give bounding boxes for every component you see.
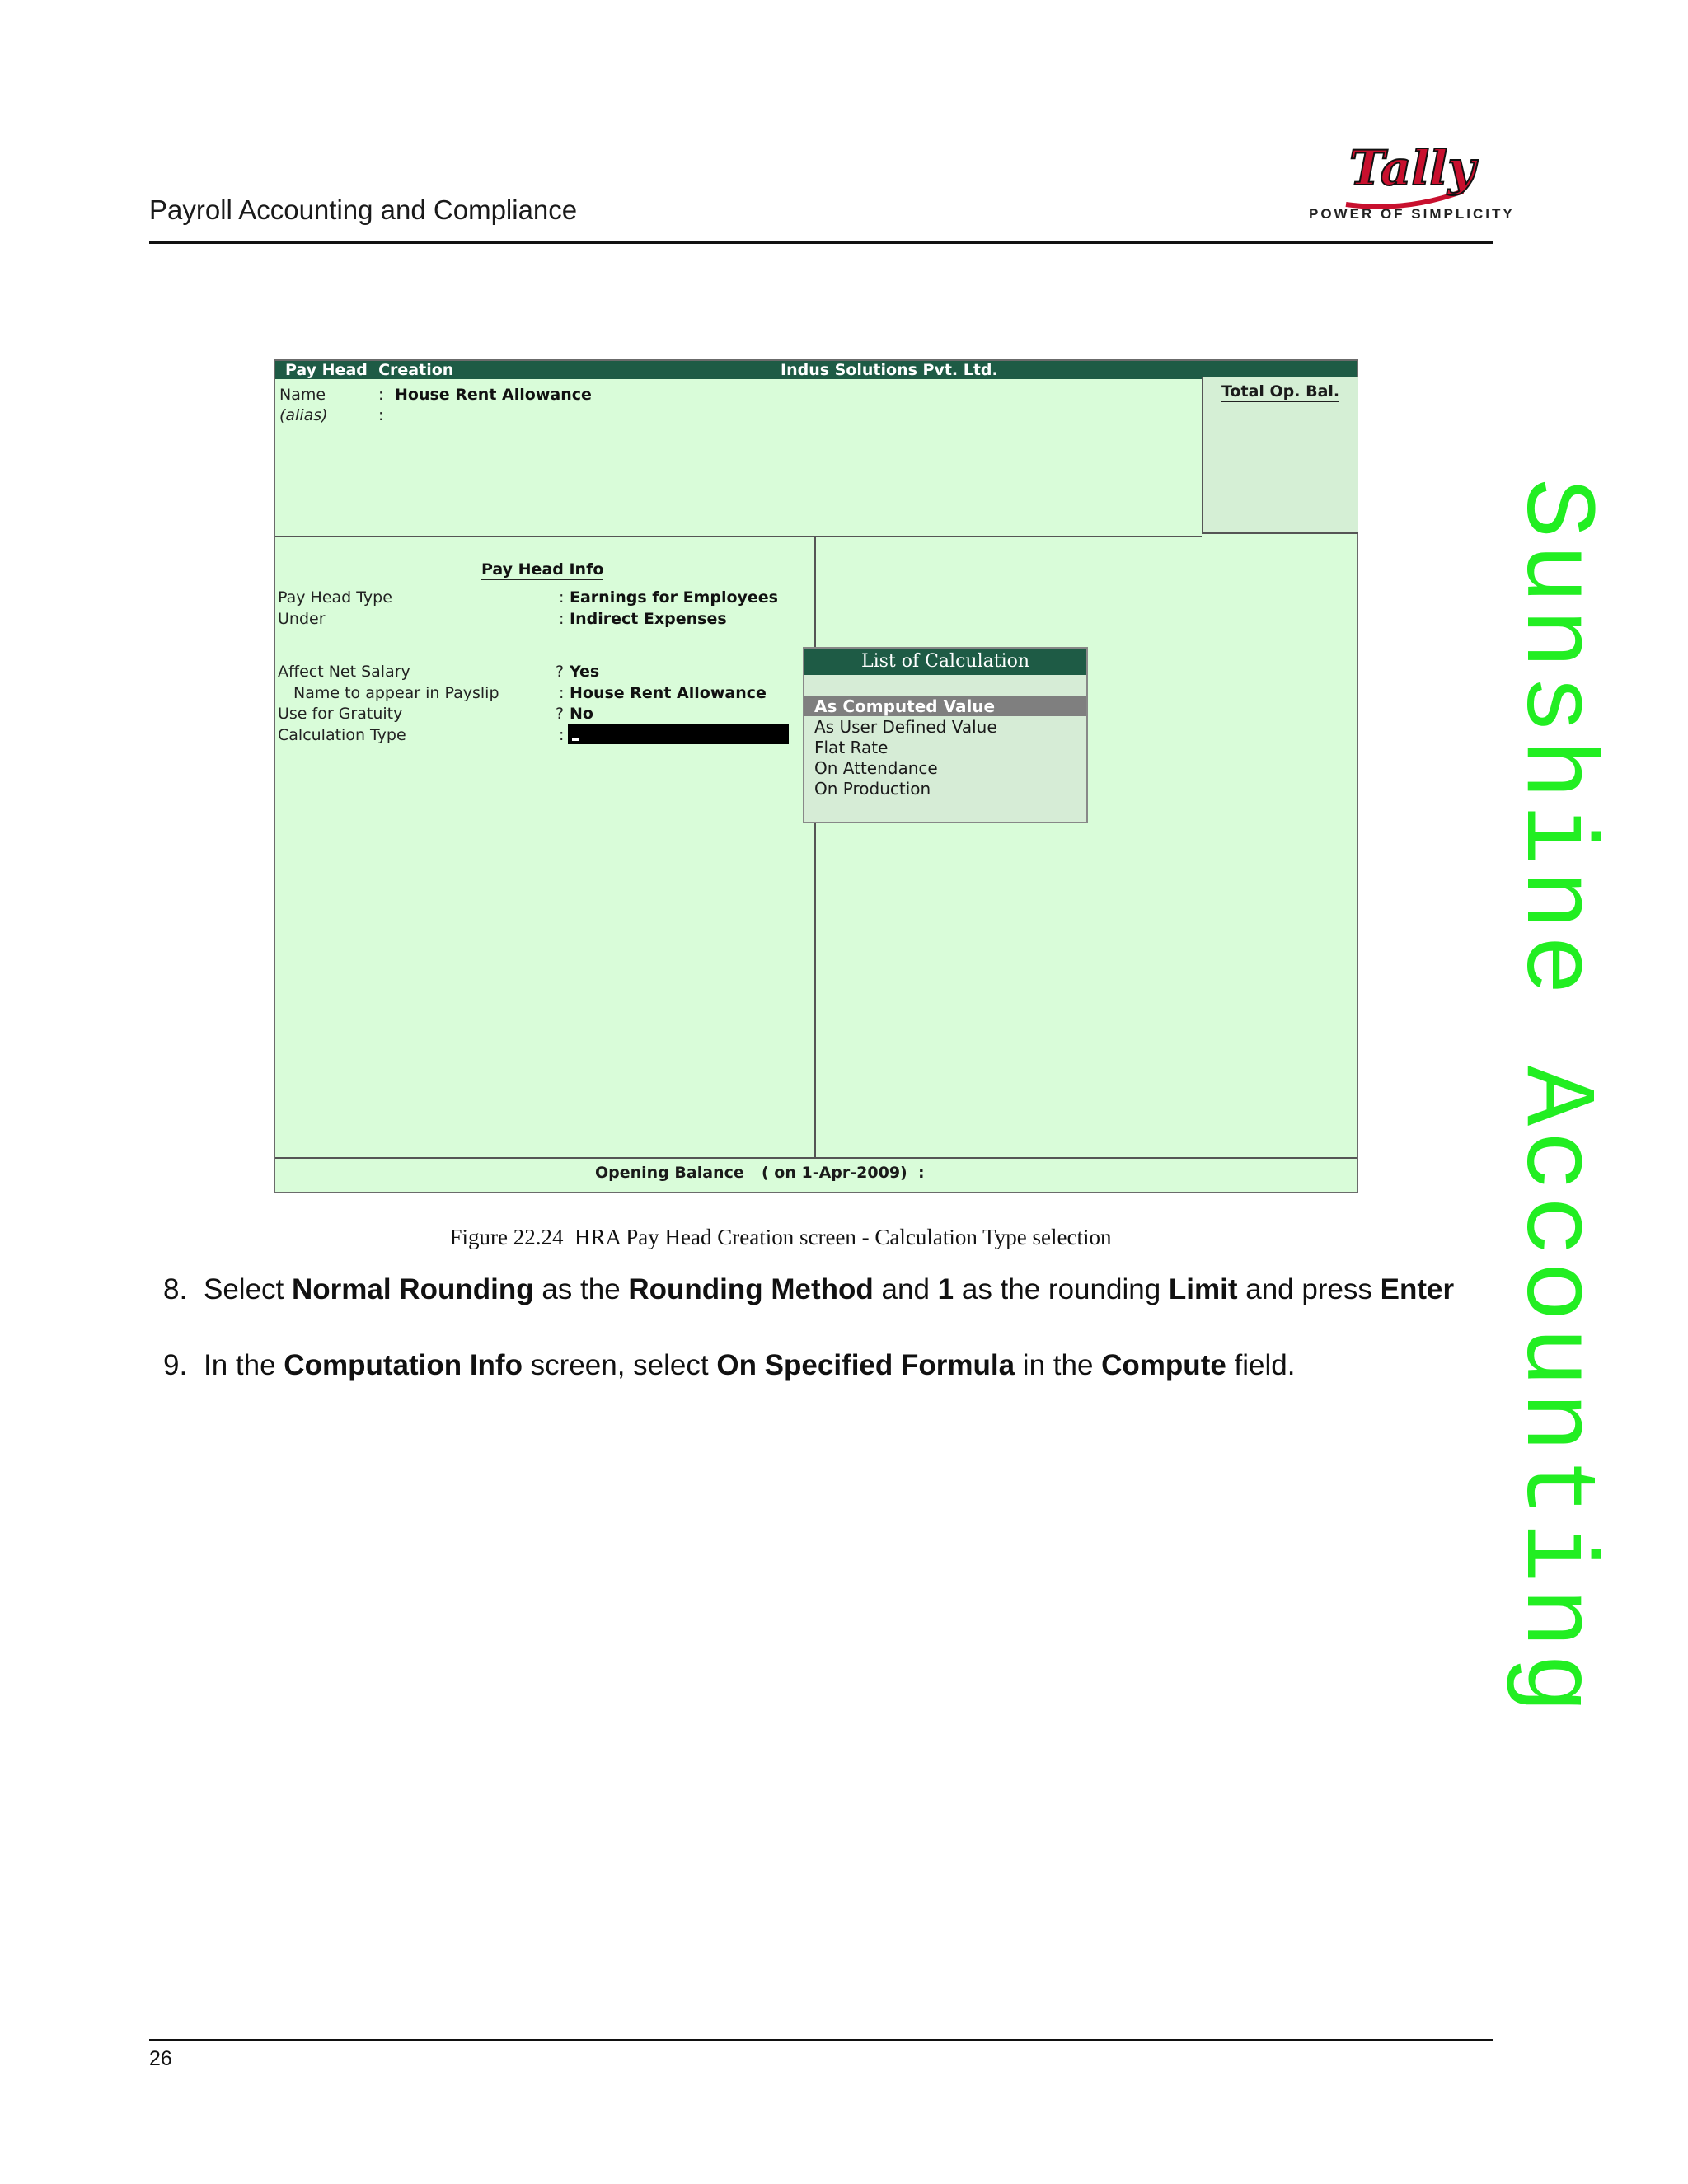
affect-net-salary-sep: ?	[556, 663, 565, 681]
running-header-title: Payroll Accounting and Compliance	[149, 194, 578, 225]
calculation-type-field[interactable]	[568, 724, 789, 744]
on-specified-formula-term: On Specified Formula	[716, 1349, 1015, 1381]
affect-net-salary-label: Affect Net Salary	[278, 663, 410, 681]
popup-item-as-user-defined-value[interactable]: As User Defined Value	[814, 717, 997, 737]
header-rule	[149, 241, 1493, 244]
computation-info-term: Computation Info	[284, 1349, 523, 1381]
use-for-gratuity-label: Use for Gratuity	[278, 705, 403, 723]
figure-caption: Figure 22.24 HRA Pay Head Creation scree…	[449, 1225, 1112, 1249]
name-sep: :	[378, 386, 384, 404]
popup-title: List of Calculation	[804, 649, 1086, 675]
name-label: Name	[279, 386, 326, 404]
step-8-part: as the rounding	[954, 1273, 1169, 1305]
name-field[interactable]: House Rent Allowance	[395, 386, 592, 404]
payslip-name-sep: :	[559, 684, 565, 702]
opening-balance-date: ( on 1-Apr-2009) :	[762, 1164, 925, 1182]
compute-term: Compute	[1101, 1349, 1226, 1381]
use-for-gratuity-field[interactable]: No	[570, 705, 593, 723]
enter-key-term: Enter	[1380, 1273, 1455, 1305]
popup-item-flat-rate[interactable]: Flat Rate	[814, 738, 888, 757]
use-for-gratuity-sep: ?	[556, 705, 565, 723]
opening-balance-label: Opening Balance	[595, 1164, 744, 1182]
company-name: Indus Solutions Pvt. Ltd.	[781, 361, 998, 379]
list-of-calculation-popup: List of Calculation As Computed Value As…	[803, 647, 1088, 823]
under-field[interactable]: Indirect Expenses	[570, 610, 727, 628]
limit-value-term: 1	[937, 1273, 954, 1305]
popup-item-on-attendance[interactable]: On Attendance	[814, 758, 938, 778]
step-8-part: as the	[533, 1273, 629, 1305]
payslip-name-label: Name to appear in Payslip	[293, 684, 499, 702]
step-text-8: Select Normal Rounding as the Rounding M…	[204, 1272, 1465, 1307]
step-9-part: field.	[1226, 1349, 1296, 1381]
payslip-name-field[interactable]: House Rent Allowance	[570, 684, 767, 702]
popup-item-as-computed-value[interactable]: As Computed Value	[814, 696, 995, 716]
total-op-bal-panel: Total Op. Bal.	[1202, 377, 1358, 534]
step-number-8: 8.	[163, 1273, 188, 1305]
pay-head-type-label: Pay Head Type	[278, 588, 392, 607]
rounding-method-term: Rounding Method	[628, 1273, 874, 1305]
logo-tagline: POWER OF SIMPLICITY	[1309, 206, 1515, 222]
page-number: 26	[149, 2047, 172, 2070]
pay-head-creation-screen: Pay Head Creation Indus Solutions Pvt. L…	[274, 359, 1358, 1193]
calculation-type-label: Calculation Type	[278, 726, 406, 744]
total-op-bal-label: Total Op. Bal.	[1221, 382, 1340, 402]
screen-title: Pay Head Creation	[285, 361, 454, 379]
step-9-part: screen, select	[522, 1349, 717, 1381]
calculation-type-sep: :	[559, 726, 565, 744]
step-8-part: and	[873, 1273, 938, 1305]
under-sep: :	[559, 610, 565, 628]
affect-net-salary-field[interactable]: Yes	[570, 663, 599, 681]
watermark-text: Sunshine Accounting	[1498, 478, 1612, 1719]
pay-head-info-title: Pay Head Info	[481, 560, 604, 580]
text-cursor	[572, 738, 579, 741]
step-8-part: Select	[204, 1273, 292, 1305]
screen-title-bar: Pay Head Creation Indus Solutions Pvt. L…	[275, 361, 1357, 379]
limit-term: Limit	[1168, 1273, 1238, 1305]
pay-head-type-sep: :	[559, 588, 565, 607]
alias-label: (alias)	[279, 406, 328, 424]
svg-text:Tally: Tally	[1349, 140, 1479, 196]
step-number-9: 9.	[163, 1349, 188, 1381]
header-divider	[275, 536, 1202, 537]
alias-sep: :	[378, 406, 384, 424]
step-8-part: and press	[1237, 1273, 1381, 1305]
step-9-part: In the	[204, 1349, 284, 1381]
footer-divider	[275, 1157, 1357, 1159]
pay-head-type-field[interactable]: Earnings for Employees	[570, 588, 778, 607]
step-text-9: In the Computation Info screen, select O…	[204, 1348, 1465, 1383]
footer-rule	[149, 2039, 1493, 2041]
popup-item-on-production[interactable]: On Production	[814, 779, 931, 799]
step-9-part: in the	[1015, 1349, 1102, 1381]
under-label: Under	[278, 610, 326, 628]
normal-rounding-term: Normal Rounding	[292, 1273, 534, 1305]
panel-divider	[814, 536, 816, 1157]
